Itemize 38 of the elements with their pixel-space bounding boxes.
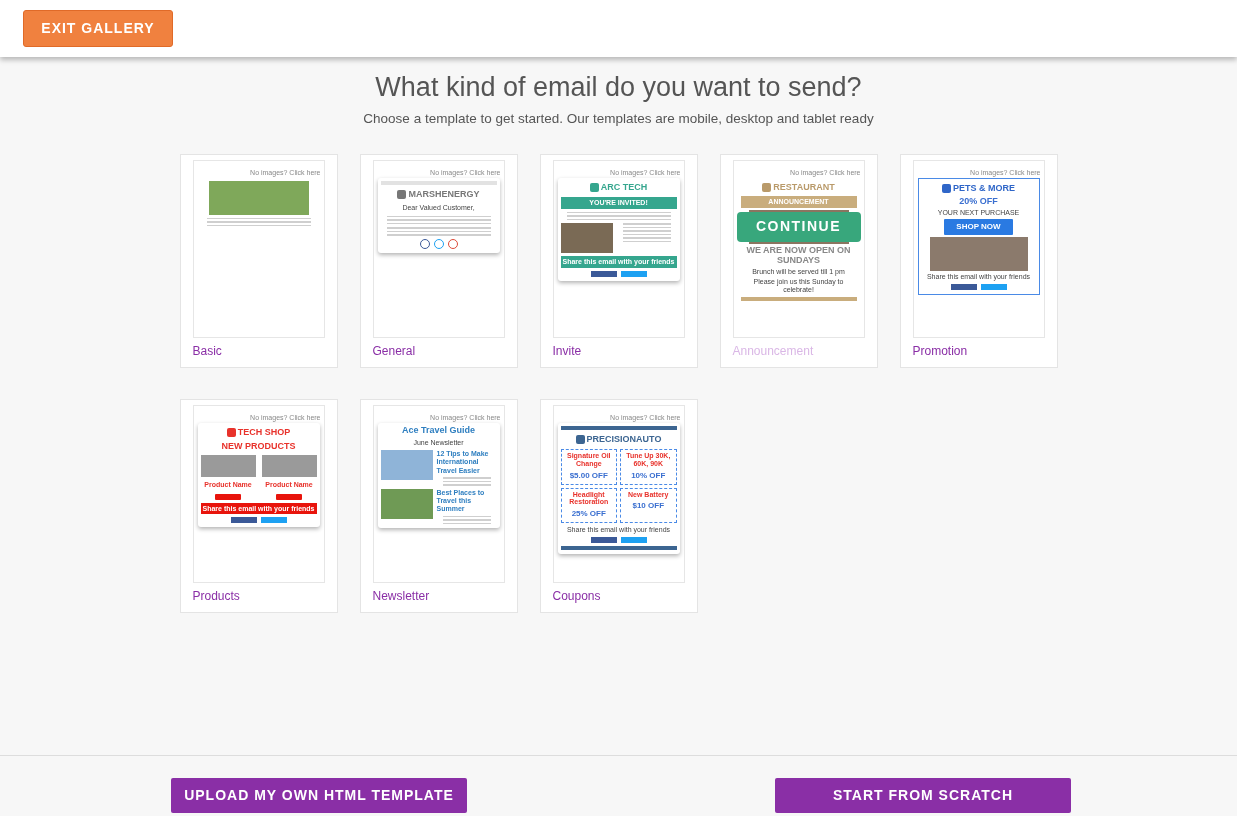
template-name[interactable]: Basic <box>192 341 325 360</box>
share-button-drawing <box>980 283 1007 290</box>
share-button-drawing <box>590 271 617 277</box>
template-name[interactable]: General <box>372 341 505 360</box>
logo-text: TECH SHOP <box>237 425 291 439</box>
template-name[interactable]: Invite <box>552 341 685 360</box>
page-subheading: Choose a template to get started. Our templates are mobile, desktop and tablet ready <box>362 110 875 129</box>
email-button-drawing <box>215 493 241 500</box>
share-button-drawing <box>260 517 287 524</box>
share-button-drawing <box>620 537 647 544</box>
logo-text: RESTAURANT <box>773 180 835 194</box>
email-heading: 20% OFF <box>959 197 998 208</box>
email-heading: NEW PRODUCTS <box>221 442 296 453</box>
template-name[interactable]: Coupons <box>552 586 685 605</box>
email-heading: Ace Travel Guide <box>401 425 475 436</box>
share-button-drawing <box>950 283 977 290</box>
logo-text: PRECISIONAUTO <box>586 432 662 446</box>
logo-text: PETS & MORE <box>953 181 1015 195</box>
email-heading: WE ARE NOW OPEN ON SUNDAYS <box>745 245 852 266</box>
template-name[interactable]: Newsletter <box>372 586 505 605</box>
coupon-offer: $10 OFF <box>631 500 666 513</box>
email-button-drawing <box>276 493 302 500</box>
coupon-offer: $5.00 OFF <box>568 469 609 482</box>
share-button-drawing <box>230 517 257 524</box>
share-button-drawing <box>620 271 647 277</box>
logo-text: ARC TECH <box>600 180 648 194</box>
start-from-scratch-button[interactable]: START FROM SCRATCH <box>775 778 1071 813</box>
coupon-offer: 10% OFF <box>630 469 667 482</box>
email-button: SHOP NOW <box>944 219 1013 236</box>
template-name[interactable]: Promotion <box>912 341 1045 360</box>
share-button-drawing <box>590 537 617 544</box>
page-heading: What kind of email do you want to send? <box>374 71 863 104</box>
photo-placeholder <box>261 455 317 478</box>
template-name[interactable]: Products <box>192 586 325 605</box>
upload-template-button[interactable]: UPLOAD MY OWN HTML TEMPLATE <box>171 778 467 813</box>
coupon-offer: 25% OFF <box>570 507 607 520</box>
logo-text: MARSHENERGY <box>408 187 480 201</box>
photo-placeholder <box>200 455 256 478</box>
